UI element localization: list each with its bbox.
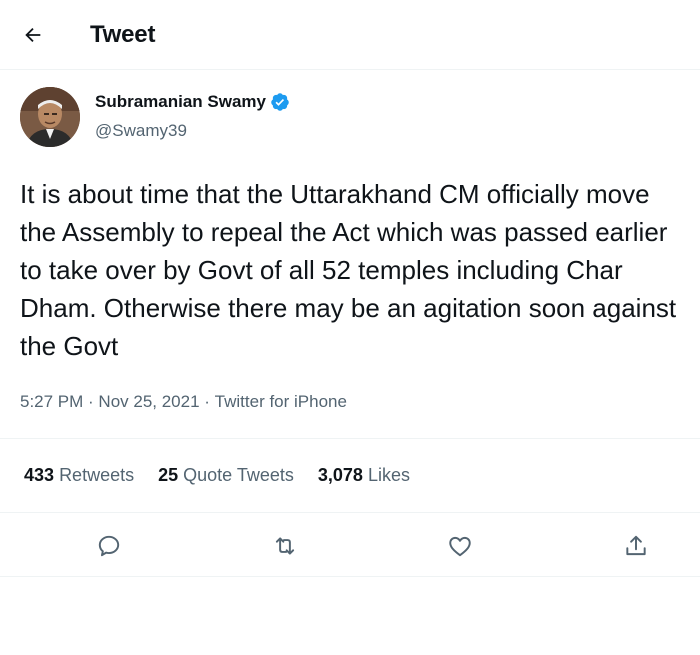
- quote-tweets-label: Quote Tweets: [183, 465, 294, 485]
- divider: [0, 438, 700, 439]
- retweet-icon: [275, 537, 295, 555]
- reply-button[interactable]: [91, 528, 127, 564]
- quote-tweets-stat[interactable]: 25 Quote Tweets: [158, 465, 294, 486]
- author-handle[interactable]: @Swamy39: [95, 121, 187, 141]
- retweets-stat[interactable]: 433 Retweets: [24, 465, 134, 486]
- verified-badge-icon: [271, 93, 289, 111]
- reply-icon: [98, 535, 120, 557]
- avatar-image: [20, 87, 80, 147]
- tweet-time[interactable]: 5:27 PM: [20, 392, 83, 412]
- divider: [0, 576, 700, 577]
- avatar[interactable]: [20, 87, 80, 147]
- retweets-count: 433: [24, 465, 55, 485]
- divider: [0, 512, 700, 513]
- tweet-actions: [0, 516, 700, 576]
- page-title: Tweet: [90, 21, 156, 48]
- tweet-meta: 5:27 PM · Nov 25, 2021 · Twitter for iPh…: [20, 392, 347, 412]
- tweet-text: It is about time that the Uttarakhand CM…: [20, 179, 677, 361]
- header: Tweet: [0, 0, 700, 70]
- share-icon: [626, 535, 646, 556]
- tweet-source[interactable]: Twitter for iPhone: [215, 392, 347, 412]
- tweet-date[interactable]: Nov 25, 2021: [98, 392, 199, 412]
- author-name-row[interactable]: Subramanian Swamy: [95, 92, 290, 112]
- back-button[interactable]: [16, 18, 50, 52]
- share-button[interactable]: [618, 528, 654, 564]
- author-name[interactable]: Subramanian Swamy: [95, 92, 266, 112]
- retweets-label: Retweets: [59, 465, 135, 485]
- like-icon: [449, 536, 471, 557]
- tweet-stats: 433 Retweets 25 Quote Tweets 3,078 Likes: [24, 465, 434, 486]
- back-arrow-icon: [25, 27, 41, 43]
- meta-separator: ·: [83, 392, 99, 411]
- likes-stat[interactable]: 3,078 Likes: [318, 465, 410, 486]
- likes-count: 3,078: [317, 465, 363, 485]
- like-button[interactable]: [442, 528, 478, 564]
- likes-label: Likes: [367, 465, 410, 485]
- quote-tweets-count: 25: [158, 465, 179, 485]
- meta-separator: ·: [199, 392, 215, 411]
- retweet-button[interactable]: [267, 528, 303, 564]
